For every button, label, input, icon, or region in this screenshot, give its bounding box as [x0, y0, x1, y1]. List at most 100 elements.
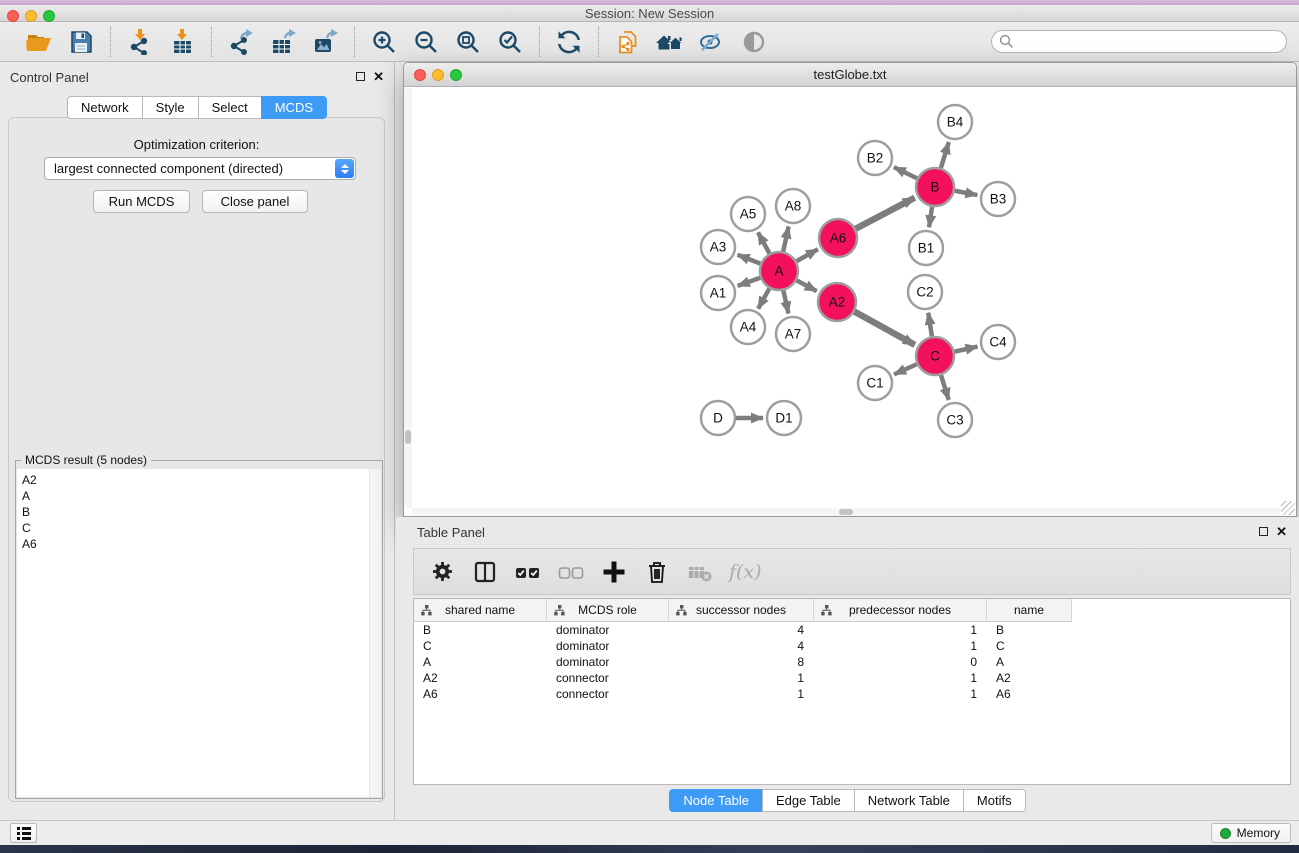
- delete-table-button[interactable]: [686, 558, 714, 586]
- window-title: Session: New Session: [0, 6, 1299, 21]
- column-header-successor-nodes[interactable]: successor nodes: [669, 599, 814, 621]
- show-graphics-details-button[interactable]: [738, 26, 770, 58]
- copy-network-button[interactable]: [612, 26, 644, 58]
- graph-node-A1[interactable]: A1: [701, 276, 735, 310]
- graph-node-D1[interactable]: D1: [767, 401, 801, 435]
- network-window-titlebar[interactable]: testGlobe.txt: [404, 63, 1296, 87]
- table-cell: B: [414, 622, 547, 638]
- function-builder-button[interactable]: f(x): [729, 558, 762, 586]
- result-item[interactable]: A2: [17, 472, 381, 488]
- deselect-all-button[interactable]: [557, 558, 585, 586]
- table-row[interactable]: Adominator80A: [414, 654, 1072, 670]
- graph-node-A5[interactable]: A5: [731, 197, 765, 231]
- table-settings-button[interactable]: [428, 558, 456, 586]
- table-row[interactable]: Bdominator41B: [414, 622, 1072, 638]
- tab-node-table[interactable]: Node Table: [669, 789, 763, 812]
- open-session-button[interactable]: [23, 26, 55, 58]
- gear-icon: [430, 559, 455, 584]
- network-vertical-scrollbar[interactable]: [404, 88, 412, 508]
- tab-edge-table[interactable]: Edge Table: [762, 789, 855, 812]
- resize-grip[interactable]: [1281, 501, 1295, 515]
- apply-preferred-layout-button[interactable]: [654, 26, 686, 58]
- add-entry-button[interactable]: [600, 558, 628, 586]
- float-panel-icon[interactable]: [356, 72, 365, 81]
- svg-text:B3: B3: [990, 192, 1007, 207]
- graph-node-C[interactable]: C: [916, 337, 954, 375]
- zoom-in-button[interactable]: [368, 26, 400, 58]
- run-mcds-button[interactable]: Run MCDS: [93, 190, 190, 213]
- zoom-fit-button[interactable]: [452, 26, 484, 58]
- svg-text:A7: A7: [785, 327, 802, 342]
- show-columns-button[interactable]: [471, 558, 499, 586]
- svg-text:B2: B2: [867, 151, 884, 166]
- result-list-scrollbar[interactable]: [369, 469, 381, 797]
- show-task-history-button[interactable]: [10, 823, 37, 843]
- mcds-result-list[interactable]: A2ABCA6: [17, 469, 381, 797]
- table-row[interactable]: Cdominator41C: [414, 638, 1072, 654]
- result-item[interactable]: C: [17, 520, 381, 536]
- network-horizontal-scrollbar[interactable]: [412, 508, 1280, 516]
- result-item[interactable]: B: [17, 504, 381, 520]
- zoom-selected-button[interactable]: [494, 26, 526, 58]
- column-header-name[interactable]: name: [987, 599, 1072, 621]
- close-panel-button[interactable]: Close panel: [202, 190, 308, 213]
- zoom-out-icon: [413, 29, 439, 55]
- graph-node-A4[interactable]: A4: [731, 310, 765, 344]
- graph-node-A3[interactable]: A3: [701, 230, 735, 264]
- export-image-button[interactable]: [309, 26, 341, 58]
- tab-motifs[interactable]: Motifs: [963, 789, 1026, 812]
- import-network-button[interactable]: [124, 26, 156, 58]
- graph-node-B3[interactable]: B3: [981, 182, 1015, 216]
- columns-icon: [473, 560, 497, 584]
- graph-node-A8[interactable]: A8: [776, 189, 810, 223]
- table-row[interactable]: A6connector11A6: [414, 686, 1072, 702]
- graph-node-A2[interactable]: A2: [818, 283, 856, 321]
- select-all-button[interactable]: [514, 558, 542, 586]
- export-table-button[interactable]: [267, 26, 299, 58]
- optimization-criterion-select[interactable]: largest connected component (directed): [44, 157, 356, 180]
- delete-entry-button[interactable]: [643, 558, 671, 586]
- table-cell: A: [987, 654, 1072, 670]
- column-header-shared-name[interactable]: shared name: [414, 599, 547, 621]
- save-floppy-icon: [68, 29, 94, 55]
- import-table-button[interactable]: [166, 26, 198, 58]
- table-row[interactable]: A2connector11A2: [414, 670, 1072, 686]
- tab-style[interactable]: Style: [142, 96, 199, 119]
- tab-network[interactable]: Network: [67, 96, 143, 119]
- network-canvas[interactable]: B4 B2 B B3 A8 A5 A6 A3 B1 A A1 C2 A2 A4 A7 C4 C C1 D D1 C3: [412, 88, 1296, 508]
- memory-button[interactable]: Memory: [1211, 823, 1291, 843]
- graph-node-D[interactable]: D: [701, 401, 735, 435]
- graph-node-A[interactable]: A: [760, 252, 798, 290]
- svg-text:C3: C3: [946, 413, 963, 428]
- column-header-predecessor-nodes[interactable]: predecessor nodes: [814, 599, 987, 621]
- result-item[interactable]: A: [17, 488, 381, 504]
- graph-node-B1[interactable]: B1: [909, 231, 943, 265]
- vertical-scroll-thumb[interactable]: [405, 430, 411, 444]
- result-item[interactable]: A6: [17, 536, 381, 552]
- graph-node-A7[interactable]: A7: [776, 317, 810, 351]
- graph-node-B2[interactable]: B2: [858, 141, 892, 175]
- table-cell: 1: [669, 686, 814, 702]
- close-panel-icon[interactable]: ✕: [373, 71, 384, 82]
- graph-node-B[interactable]: B: [916, 168, 954, 206]
- tab-network-table[interactable]: Network Table: [854, 789, 964, 812]
- close-table-panel-icon[interactable]: ✕: [1276, 526, 1287, 537]
- hide-graphics-details-button[interactable]: [696, 26, 728, 58]
- tab-mcds[interactable]: MCDS: [261, 96, 327, 119]
- tab-select[interactable]: Select: [198, 96, 262, 119]
- column-header-MCDS-role[interactable]: MCDS role: [547, 599, 669, 621]
- horizontal-scroll-thumb[interactable]: [839, 509, 853, 515]
- table-cell: A2: [987, 670, 1072, 686]
- export-network-button[interactable]: [225, 26, 257, 58]
- search-input[interactable]: [991, 30, 1287, 53]
- graph-node-C2[interactable]: C2: [908, 275, 942, 309]
- graph-node-C4[interactable]: C4: [981, 325, 1015, 359]
- zoom-out-button[interactable]: [410, 26, 442, 58]
- graph-node-C3[interactable]: C3: [938, 403, 972, 437]
- save-session-button[interactable]: [65, 26, 97, 58]
- float-table-panel-icon[interactable]: [1259, 527, 1268, 536]
- refresh-view-button[interactable]: [553, 26, 585, 58]
- graph-node-B4[interactable]: B4: [938, 105, 972, 139]
- graph-node-A6[interactable]: A6: [819, 219, 857, 257]
- graph-node-C1[interactable]: C1: [858, 366, 892, 400]
